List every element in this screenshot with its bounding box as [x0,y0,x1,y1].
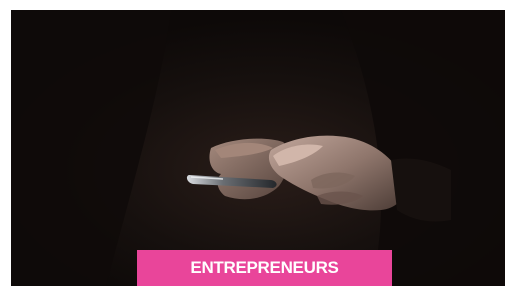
category-label: ENTREPRENEURS [190,258,339,277]
article-card[interactable]: ENTREPRENEURS [11,10,505,286]
category-badge[interactable]: ENTREPRENEURS [137,250,392,286]
hero-image[interactable] [11,10,505,286]
